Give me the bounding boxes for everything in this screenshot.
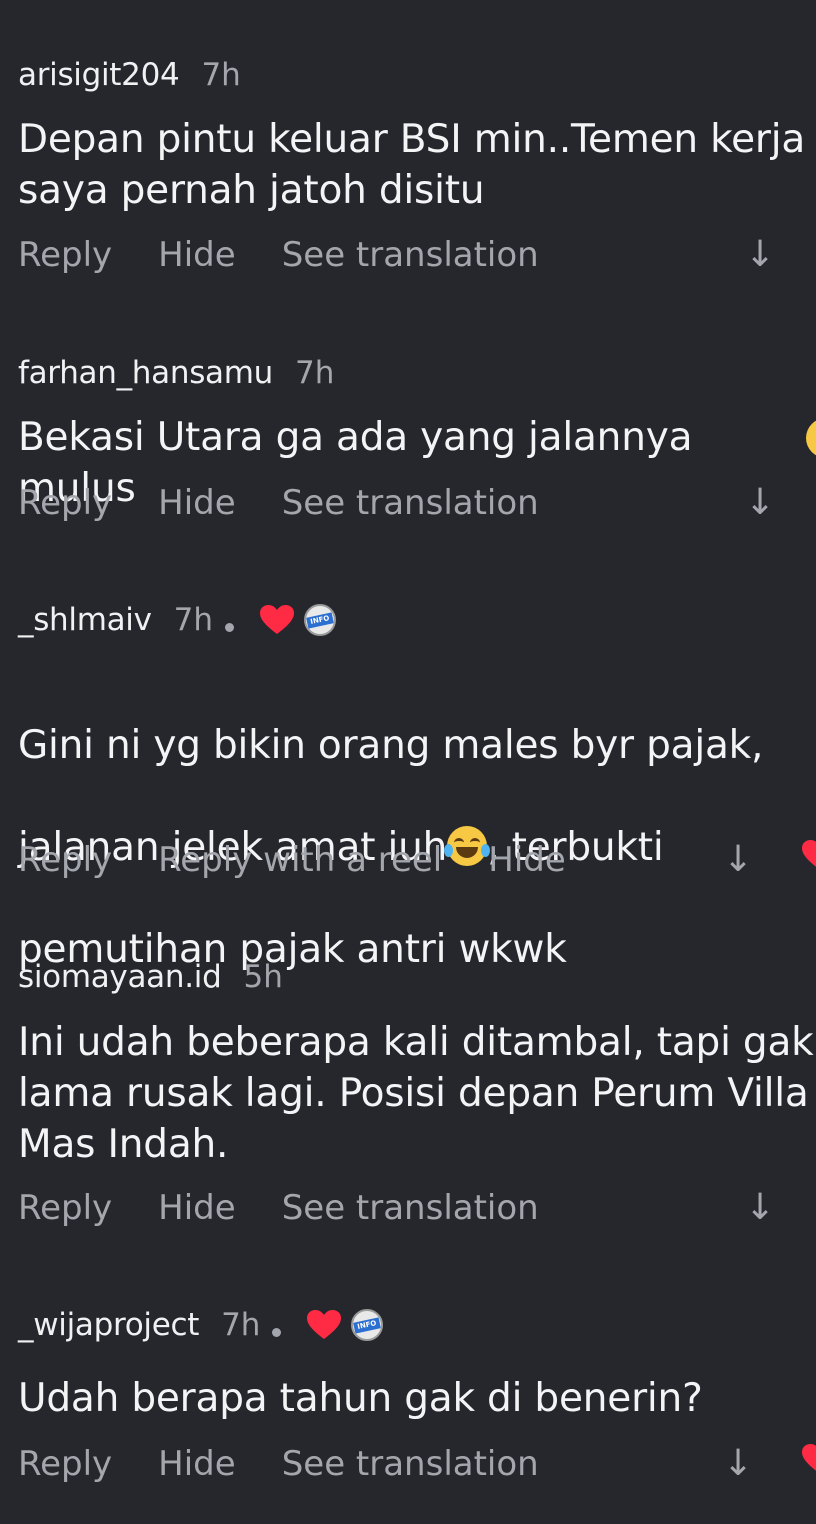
like-heart-icon[interactable] [802, 840, 816, 870]
comment-header: farhan_hansamu 7h [18, 353, 334, 393]
comment-header: _wijaproject 7h INFO [18, 1305, 384, 1345]
comment-actions: Reply Hide See translation [18, 1186, 585, 1230]
comment-username[interactable]: arisigit204 [18, 57, 180, 93]
comment-actions: Reply Reply with a reel Hide [18, 838, 612, 882]
hide-button[interactable]: Hide [158, 483, 236, 523]
comment-time: 7h [221, 1307, 261, 1343]
comment-time: 7h [295, 355, 335, 391]
see-translation-button[interactable]: See translation [282, 483, 539, 523]
comment-text: Gini ni yg bikin orang males byr pajak, … [18, 669, 816, 975]
see-translation-button[interactable]: See translation [282, 1444, 539, 1484]
reply-button[interactable]: Reply [18, 1188, 112, 1228]
creator-avatar: INFO [304, 604, 337, 636]
comment-username[interactable]: _shlmaiv [18, 602, 152, 638]
hide-button[interactable]: Hide [488, 840, 566, 880]
reply-with-reel-button[interactable]: Reply with a reel [158, 840, 442, 880]
arrow-down-icon[interactable]: ↓ [745, 1186, 775, 1230]
creator-avatar: INFO [351, 1309, 384, 1341]
comment-actions: Reply Hide See translation [18, 1442, 585, 1486]
comment-username[interactable]: farhan_hansamu [18, 355, 273, 391]
hide-button[interactable]: Hide [158, 1444, 236, 1484]
see-translation-button[interactable]: See translation [282, 235, 539, 275]
separator-dot [225, 622, 235, 632]
comment-header: _shlmaiv 7h INFO [18, 600, 337, 640]
hide-button[interactable]: Hide [158, 1188, 236, 1228]
comment-text-line: Gini ni yg bikin orang males byr pajak, [18, 723, 764, 768]
arrow-down-icon[interactable]: ↓ [723, 1442, 753, 1486]
hide-button[interactable]: Hide [158, 235, 236, 275]
reply-button[interactable]: Reply [18, 483, 112, 523]
creator-avatar-text: INFO [353, 1317, 382, 1334]
comment-time: 7h [201, 57, 241, 93]
comment-text: Ini udah beberapa kali ditambal, tapi ga… [18, 1020, 814, 1167]
arrow-down-icon[interactable]: ↓ [745, 481, 775, 525]
reply-button[interactable]: Reply [18, 235, 112, 275]
arrow-down-icon[interactable]: ↓ [745, 233, 775, 277]
see-translation-button[interactable]: See translation [282, 1188, 539, 1228]
comment-actions: Reply Hide See translation [18, 233, 585, 277]
reply-button[interactable]: Reply [18, 1444, 112, 1484]
comment-header: siomayaan.id 5h [18, 957, 283, 997]
separator-dot [272, 1327, 282, 1337]
like-heart-icon[interactable] [802, 1444, 816, 1474]
comment-actions: Reply Hide See translation [18, 481, 585, 525]
heart-icon [307, 1310, 342, 1340]
comment-username[interactable]: _wijaproject [18, 1307, 199, 1343]
comment-header: arisigit204 7h [18, 55, 241, 95]
comment-username[interactable]: siomayaan.id [18, 959, 222, 995]
comment-time: 7h [173, 602, 214, 638]
reply-button[interactable]: Reply [18, 840, 112, 880]
arrow-down-icon[interactable]: ↓ [723, 838, 753, 882]
comment-text: Udah berapa tahun gak di benerin? [18, 1376, 703, 1421]
heart-icon [260, 605, 295, 635]
comment-text: Depan pintu keluar BSI min..Temen kerja … [18, 117, 806, 213]
comment-time: 5h [243, 959, 283, 995]
creator-avatar-text: INFO [306, 612, 334, 629]
